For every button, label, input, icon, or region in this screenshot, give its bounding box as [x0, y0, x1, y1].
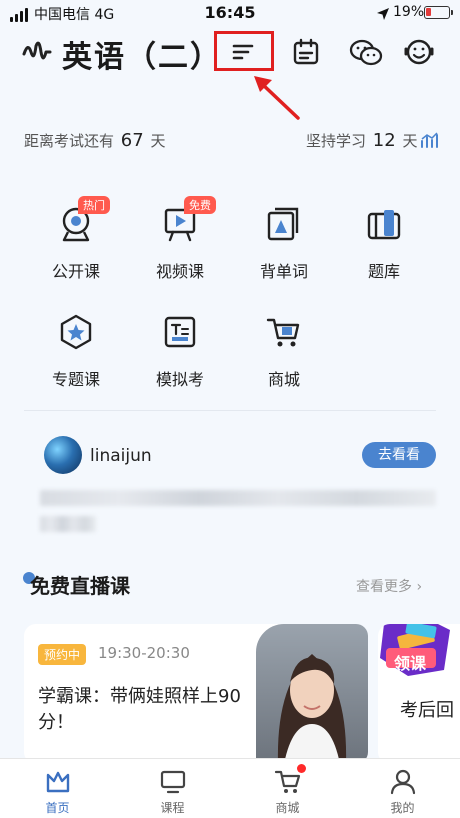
tab-label: 我的: [390, 801, 415, 815]
grid-item-vocabulary[interactable]: 背单词: [244, 204, 324, 282]
tab-mall[interactable]: 商城: [230, 759, 345, 818]
exam-days: 67: [120, 130, 144, 151]
card-title: 考后回: [400, 700, 454, 721]
exam-sheet-icon: [164, 316, 196, 348]
tab-courses[interactable]: 课程: [115, 759, 230, 818]
hot-badge: 热门: [78, 196, 110, 214]
section-title: 免费直播课: [30, 574, 130, 598]
study-suffix: 天: [402, 132, 418, 150]
grid-label: 专题课: [51, 370, 100, 389]
chart-bars-icon[interactable]: [420, 132, 438, 148]
wechat-icon[interactable]: [348, 36, 384, 68]
tab-me[interactable]: 我的: [345, 759, 460, 818]
tab-label: 课程: [160, 801, 185, 815]
study-streak[interactable]: 坚持学习 12 天: [306, 130, 418, 151]
highlight-box: [214, 31, 274, 71]
exam-prefix: 距离考试还有: [24, 132, 115, 150]
battery-percent: 19%: [393, 4, 425, 20]
teacher-photo: [256, 624, 368, 764]
red-arrow-annotation: [254, 76, 300, 120]
star-hexagon-icon: [60, 314, 92, 350]
card-title: 学霸课：带俩娃照样上90分！: [38, 686, 241, 733]
study-prefix: 坚持学习: [306, 132, 367, 150]
free-badge: 免费: [184, 196, 216, 214]
cart-icon: [266, 318, 300, 347]
waveform-icon: [22, 41, 52, 60]
username: linaijun: [90, 446, 152, 466]
exam-countdown: 距离考试还有 67 天: [24, 130, 166, 151]
user-icon: [390, 769, 415, 795]
grid-item-video-class[interactable]: 免费 视频课: [140, 196, 220, 282]
go-see-button[interactable]: 去看看: [362, 442, 436, 468]
calendar-icon[interactable]: [290, 36, 322, 68]
live-course-card-2[interactable]: 领课 考后回: [378, 624, 460, 764]
status-badge: 预约中: [38, 644, 87, 665]
tab-bar: 首页 课程 商城 我的: [0, 758, 460, 818]
grid-label: 视频课: [155, 262, 204, 281]
grid-label: 模拟考: [155, 370, 204, 389]
card-time: 19:30-20:30: [98, 644, 190, 662]
grid-label: 公开课: [51, 262, 100, 281]
grid-item-mall[interactable]: 商城: [244, 312, 324, 390]
grid-item-open-class[interactable]: 热门 公开课: [36, 196, 116, 282]
tab-label: 首页: [45, 801, 70, 815]
location-arrow-icon: [377, 8, 389, 20]
home-crown-icon: [46, 771, 69, 793]
see-more-link[interactable]: 查看更多 ›: [356, 576, 422, 596]
monitor-icon: [160, 770, 185, 794]
blurred-text: [40, 516, 96, 532]
blurred-text: [40, 490, 436, 506]
question-bank-icon: [367, 210, 401, 240]
smiley-service-icon[interactable]: [402, 36, 436, 68]
battery-icon: [424, 6, 453, 19]
grid-item-topic-class[interactable]: 专题课: [36, 312, 116, 390]
tab-home[interactable]: 首页: [0, 759, 115, 818]
page-title: 英语（二）: [62, 40, 222, 75]
grid-label: 商城: [267, 370, 300, 389]
grid-item-question-bank[interactable]: 题库: [344, 204, 424, 282]
study-days: 12: [372, 130, 396, 151]
grid-label: 题库: [367, 262, 400, 281]
tab-label: 商城: [275, 801, 300, 815]
word-card-icon: [267, 207, 299, 241]
divider: [24, 410, 436, 411]
avatar[interactable]: [44, 436, 82, 474]
grid-item-mock-exam[interactable]: 模拟考: [140, 312, 220, 390]
status-bar: 中国电信 4G 16:45 19%: [0, 0, 460, 26]
claim-badge-label: 领课: [394, 654, 427, 673]
exam-suffix: 天: [150, 132, 166, 150]
grid-label: 背单词: [259, 262, 308, 281]
live-course-card[interactable]: 预约中 19:30-20:30 学霸课：带俩娃照样上90分！: [24, 624, 368, 764]
notification-dot: [296, 764, 306, 773]
status-time: 16:45: [204, 3, 256, 22]
